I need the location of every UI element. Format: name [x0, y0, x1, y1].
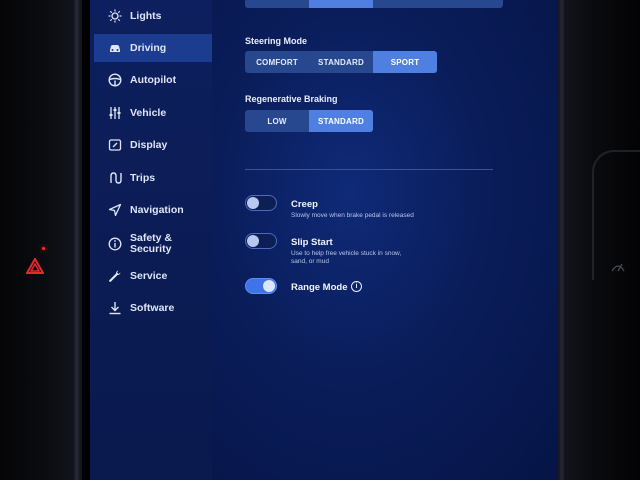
toggle-knob [263, 280, 275, 292]
sidebar-item-autopilot[interactable]: Autopilot [94, 66, 212, 94]
indicator-led [42, 247, 45, 250]
navigation-arrow-icon [108, 203, 122, 217]
sidebar-item-label: Trips [130, 171, 156, 184]
range-mode-title: Range Mode [291, 282, 348, 293]
steering-wheel-icon [108, 73, 122, 87]
hazard-button-icon[interactable] [26, 258, 44, 274]
seg-option[interactable] [245, 0, 309, 8]
steering-comfort-button[interactable]: COMFORT [245, 51, 309, 73]
info-circle-icon [108, 237, 122, 251]
right-bezel [558, 0, 640, 480]
regen-low-button[interactable]: LOW [245, 110, 309, 132]
sidebar-item-trips[interactable]: Trips [94, 164, 212, 192]
download-icon [108, 301, 122, 315]
sidebar-item-label: Lights [130, 9, 162, 22]
regenerative-braking-label: Regenerative Braking [245, 94, 338, 104]
regen-standard-button[interactable]: STANDARD [309, 110, 373, 132]
info-icon[interactable]: i [351, 281, 362, 292]
display-icon [108, 138, 122, 152]
sidebar-item-label: Software [130, 301, 175, 314]
divider [245, 169, 493, 170]
driving-settings-panel: Steering Mode COMFORT STANDARD SPORT Reg… [212, 0, 558, 480]
steering-standard-button[interactable]: STANDARD [309, 51, 373, 73]
acceleration-mode-selector[interactable] [245, 0, 503, 8]
seg-option[interactable] [373, 0, 503, 8]
sidebar-item-safety-security[interactable]: Safety & Security [94, 228, 212, 260]
touchscreen: Lights Driving Autopilot Vehicle Display… [90, 0, 558, 480]
creep-title: Creep [291, 199, 318, 210]
slip-start-description: Use to help free vehicle stuck in snow, … [291, 250, 402, 265]
creep-toggle[interactable] [245, 195, 277, 211]
wrench-icon [108, 269, 122, 283]
steering-sport-button[interactable]: SPORT [373, 51, 437, 73]
slip-start-title: Slip Start [291, 237, 333, 248]
sliders-icon [108, 106, 122, 120]
sidebar-item-label: Driving [130, 41, 167, 54]
wiper-icon [611, 263, 625, 272]
sidebar-item-software[interactable]: Software [94, 294, 212, 322]
car-icon [108, 41, 122, 55]
sidebar-item-label: Navigation [130, 203, 184, 216]
range-mode-toggle[interactable] [245, 278, 277, 294]
sun-icon [108, 9, 122, 23]
creep-description: Slowly move when brake pedal is released [291, 212, 414, 219]
sidebar-item-label: Safety & Security [130, 232, 173, 255]
sidebar-item-service[interactable]: Service [94, 262, 212, 290]
regenerative-braking-selector: LOW STANDARD [245, 110, 373, 132]
sidebar-item-vehicle[interactable]: Vehicle [94, 99, 212, 127]
sidebar-item-label: Service [130, 269, 168, 282]
sidebar-item-driving[interactable]: Driving [94, 34, 212, 62]
sidebar-item-label: Vehicle [130, 106, 167, 119]
sidebar-item-navigation[interactable]: Navigation [94, 196, 212, 224]
toggle-knob [247, 197, 259, 209]
steering-mode-label: Steering Mode [245, 36, 308, 46]
sidebar-item-label: Autopilot [130, 73, 177, 86]
seg-option-selected[interactable] [309, 0, 373, 8]
toggle-knob [247, 235, 259, 247]
sidebar-item-label: Display [130, 138, 168, 151]
slip-start-toggle[interactable] [245, 233, 277, 249]
sidebar-item-lights[interactable]: Lights [94, 2, 212, 30]
settings-sidebar: Lights Driving Autopilot Vehicle Display… [90, 0, 212, 480]
steering-mode-selector: COMFORT STANDARD SPORT [245, 51, 437, 73]
sidebar-item-display[interactable]: Display [94, 131, 212, 159]
route-icon [108, 171, 122, 185]
left-bezel [0, 0, 82, 480]
